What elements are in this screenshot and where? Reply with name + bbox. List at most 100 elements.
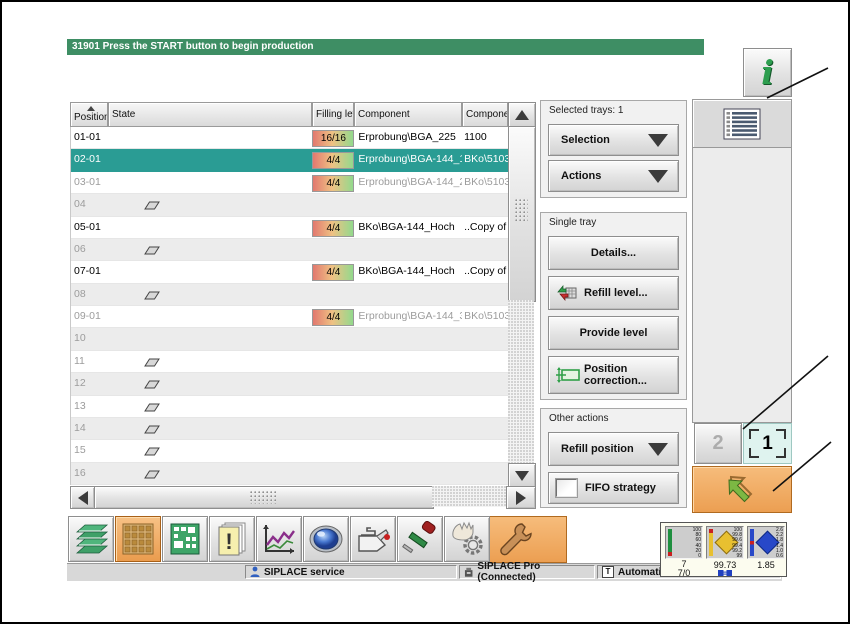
table-row[interactable]: 15	[71, 440, 508, 463]
cell-position: 14	[74, 421, 86, 434]
cell-component	[354, 239, 462, 260]
screwdriver-icon	[402, 521, 436, 554]
cell-state	[109, 239, 313, 260]
cell-filling-level	[312, 440, 354, 461]
fifo-label: FIFO strategy	[585, 482, 656, 494]
scroll-up-button[interactable]	[508, 102, 536, 128]
cell-component-2	[462, 373, 508, 394]
alarm-document-icon: !	[218, 522, 246, 556]
status-user: SIPLACE service	[245, 565, 457, 579]
hscroll-track[interactable]	[432, 486, 506, 507]
toolbar-button-pcb-programs[interactable]	[162, 516, 208, 562]
scroll-right-button[interactable]	[506, 486, 536, 509]
table-row[interactable]: 14	[71, 417, 508, 441]
toolbar-button-tray-stack[interactable]	[68, 516, 114, 562]
scroll-down-button[interactable]	[508, 463, 536, 488]
table-row[interactable]: 05-01 4/4 BKo\BGA-144_Hoch ..Copy of 51	[71, 216, 508, 239]
cell-component-2: ..Copy of 51	[464, 220, 508, 233]
selection-dropdown[interactable]: Selection	[548, 124, 679, 156]
toolbar-button-repair-tools[interactable]	[397, 516, 443, 562]
cell-component	[354, 351, 462, 372]
table-row[interactable]: 07-01 4/4 BKo\BGA-144_Hoch ..Copy of 51	[71, 261, 508, 284]
table-row[interactable]: 09-01 4/4 Erprobung\BGA-144_3 BKo\5103	[71, 306, 508, 329]
tray-table: Position State Filling level Component C…	[70, 102, 536, 509]
toolbar-button-service[interactable]	[491, 516, 537, 562]
cell-position: 15	[74, 444, 86, 457]
table-row[interactable]: 03-01 4/4 Erprobung\BGA-144_2 BKo\5103	[71, 171, 508, 195]
oil-can-icon	[358, 527, 390, 552]
info-button[interactable]: i	[743, 48, 792, 97]
table-row[interactable]: 11	[71, 350, 508, 374]
cell-component: BKo\BGA-144_Hoch	[358, 220, 455, 233]
table-row[interactable]: 16	[71, 462, 508, 485]
cell-component-2	[462, 239, 508, 260]
toolbar-button-vision[interactable]	[303, 516, 349, 562]
cell-component	[354, 328, 462, 349]
table-row[interactable]: 04	[71, 194, 508, 217]
table-row[interactable]: 13	[71, 395, 508, 418]
actions-dropdown[interactable]: Actions	[548, 160, 679, 192]
other-actions-label: Other actions	[549, 413, 609, 424]
cell-component: Erprobung\BGA-144_2	[358, 175, 463, 188]
toolbar-button-tray-setup[interactable]	[115, 516, 161, 562]
details-button[interactable]: Details...	[548, 236, 679, 270]
toolbar-button-maintenance[interactable]	[350, 516, 396, 562]
cell-state	[109, 194, 313, 215]
toolbar-button-error-messages[interactable]: !	[209, 516, 255, 562]
table-row[interactable]: 01-01 16/16 Erprobung\BGA_225 1100	[71, 127, 508, 150]
table-row[interactable]: 10	[71, 328, 508, 351]
column-header-position[interactable]: Position	[70, 102, 108, 127]
cell-position: 06	[74, 242, 86, 255]
cell-state	[109, 328, 313, 349]
refill-level-button[interactable]: Refill level...	[548, 276, 679, 310]
single-tray-label: Single tray	[549, 217, 597, 228]
cell-component-2	[462, 463, 508, 484]
filling-level-badge: 4/4	[312, 264, 355, 282]
column-header-component-2[interactable]: Component	[462, 102, 508, 127]
page-button-1[interactable]: 1	[743, 423, 792, 464]
column-header-filling-level[interactable]: Filling level	[312, 102, 354, 127]
dropdown-arrow-icon	[648, 443, 668, 456]
hscroll-thumb[interactable]	[94, 486, 434, 509]
cell-filling-level	[312, 239, 354, 260]
fifo-strategy-checkbox[interactable]: FIFO strategy	[548, 472, 679, 504]
toolbar-button-manual-setup[interactable]	[444, 516, 490, 562]
table-row[interactable]: 06	[71, 238, 508, 262]
vscroll-thumb[interactable]	[508, 126, 536, 302]
filling-level-badge: 4/4	[312, 174, 355, 192]
table-row[interactable]: 08	[71, 283, 508, 306]
message-bar: 31901 Press the START button to begin pr…	[67, 39, 704, 55]
position-correction-button[interactable]: Position correction...	[548, 356, 679, 394]
cell-position: 08	[74, 287, 86, 300]
grip-dots-icon	[515, 199, 528, 221]
gauge-panel[interactable]: 100 80 60 40 20 0 100 99.8 99.6 99.4 99.2 99 2.6…	[660, 522, 787, 578]
cell-state	[109, 463, 313, 484]
table-row[interactable]: 12	[71, 373, 508, 396]
toolbar-button-statistics[interactable]	[256, 516, 302, 562]
cell-filling-level	[312, 396, 354, 417]
cell-component	[354, 418, 462, 439]
view-tab-list[interactable]	[692, 99, 792, 148]
filling-level-badge: 16/16	[312, 130, 355, 147]
cell-component	[354, 373, 462, 394]
tray-matrix-icon	[122, 523, 154, 555]
status-connection: SIPLACE Pro (Connected)	[459, 561, 595, 583]
cell-component-2	[462, 328, 508, 349]
wrench-icon	[500, 523, 532, 556]
table-header: Position State Filling level Component C…	[70, 102, 508, 127]
cell-filling-level	[312, 194, 354, 215]
refill-position-dropdown[interactable]: Refill position	[548, 432, 679, 466]
page-button-2[interactable]: 2	[694, 423, 742, 464]
grip-dots-icon	[250, 491, 276, 504]
fifo-checkbox-box[interactable]	[556, 479, 577, 497]
scroll-left-button[interactable]	[70, 486, 95, 509]
column-header-component[interactable]: Component	[354, 102, 462, 127]
column-header-state[interactable]: State	[108, 102, 312, 127]
table-row[interactable]: 02-01 4/4 Erprobung\BGA-144_1 BKo\5103	[71, 149, 508, 172]
cell-position: 03-01	[74, 175, 101, 188]
vscroll-track[interactable]	[508, 300, 534, 463]
cell-state	[109, 261, 313, 282]
provide-level-button[interactable]: Provide level	[548, 316, 679, 350]
return-button[interactable]	[692, 466, 792, 513]
cell-component	[354, 284, 462, 305]
